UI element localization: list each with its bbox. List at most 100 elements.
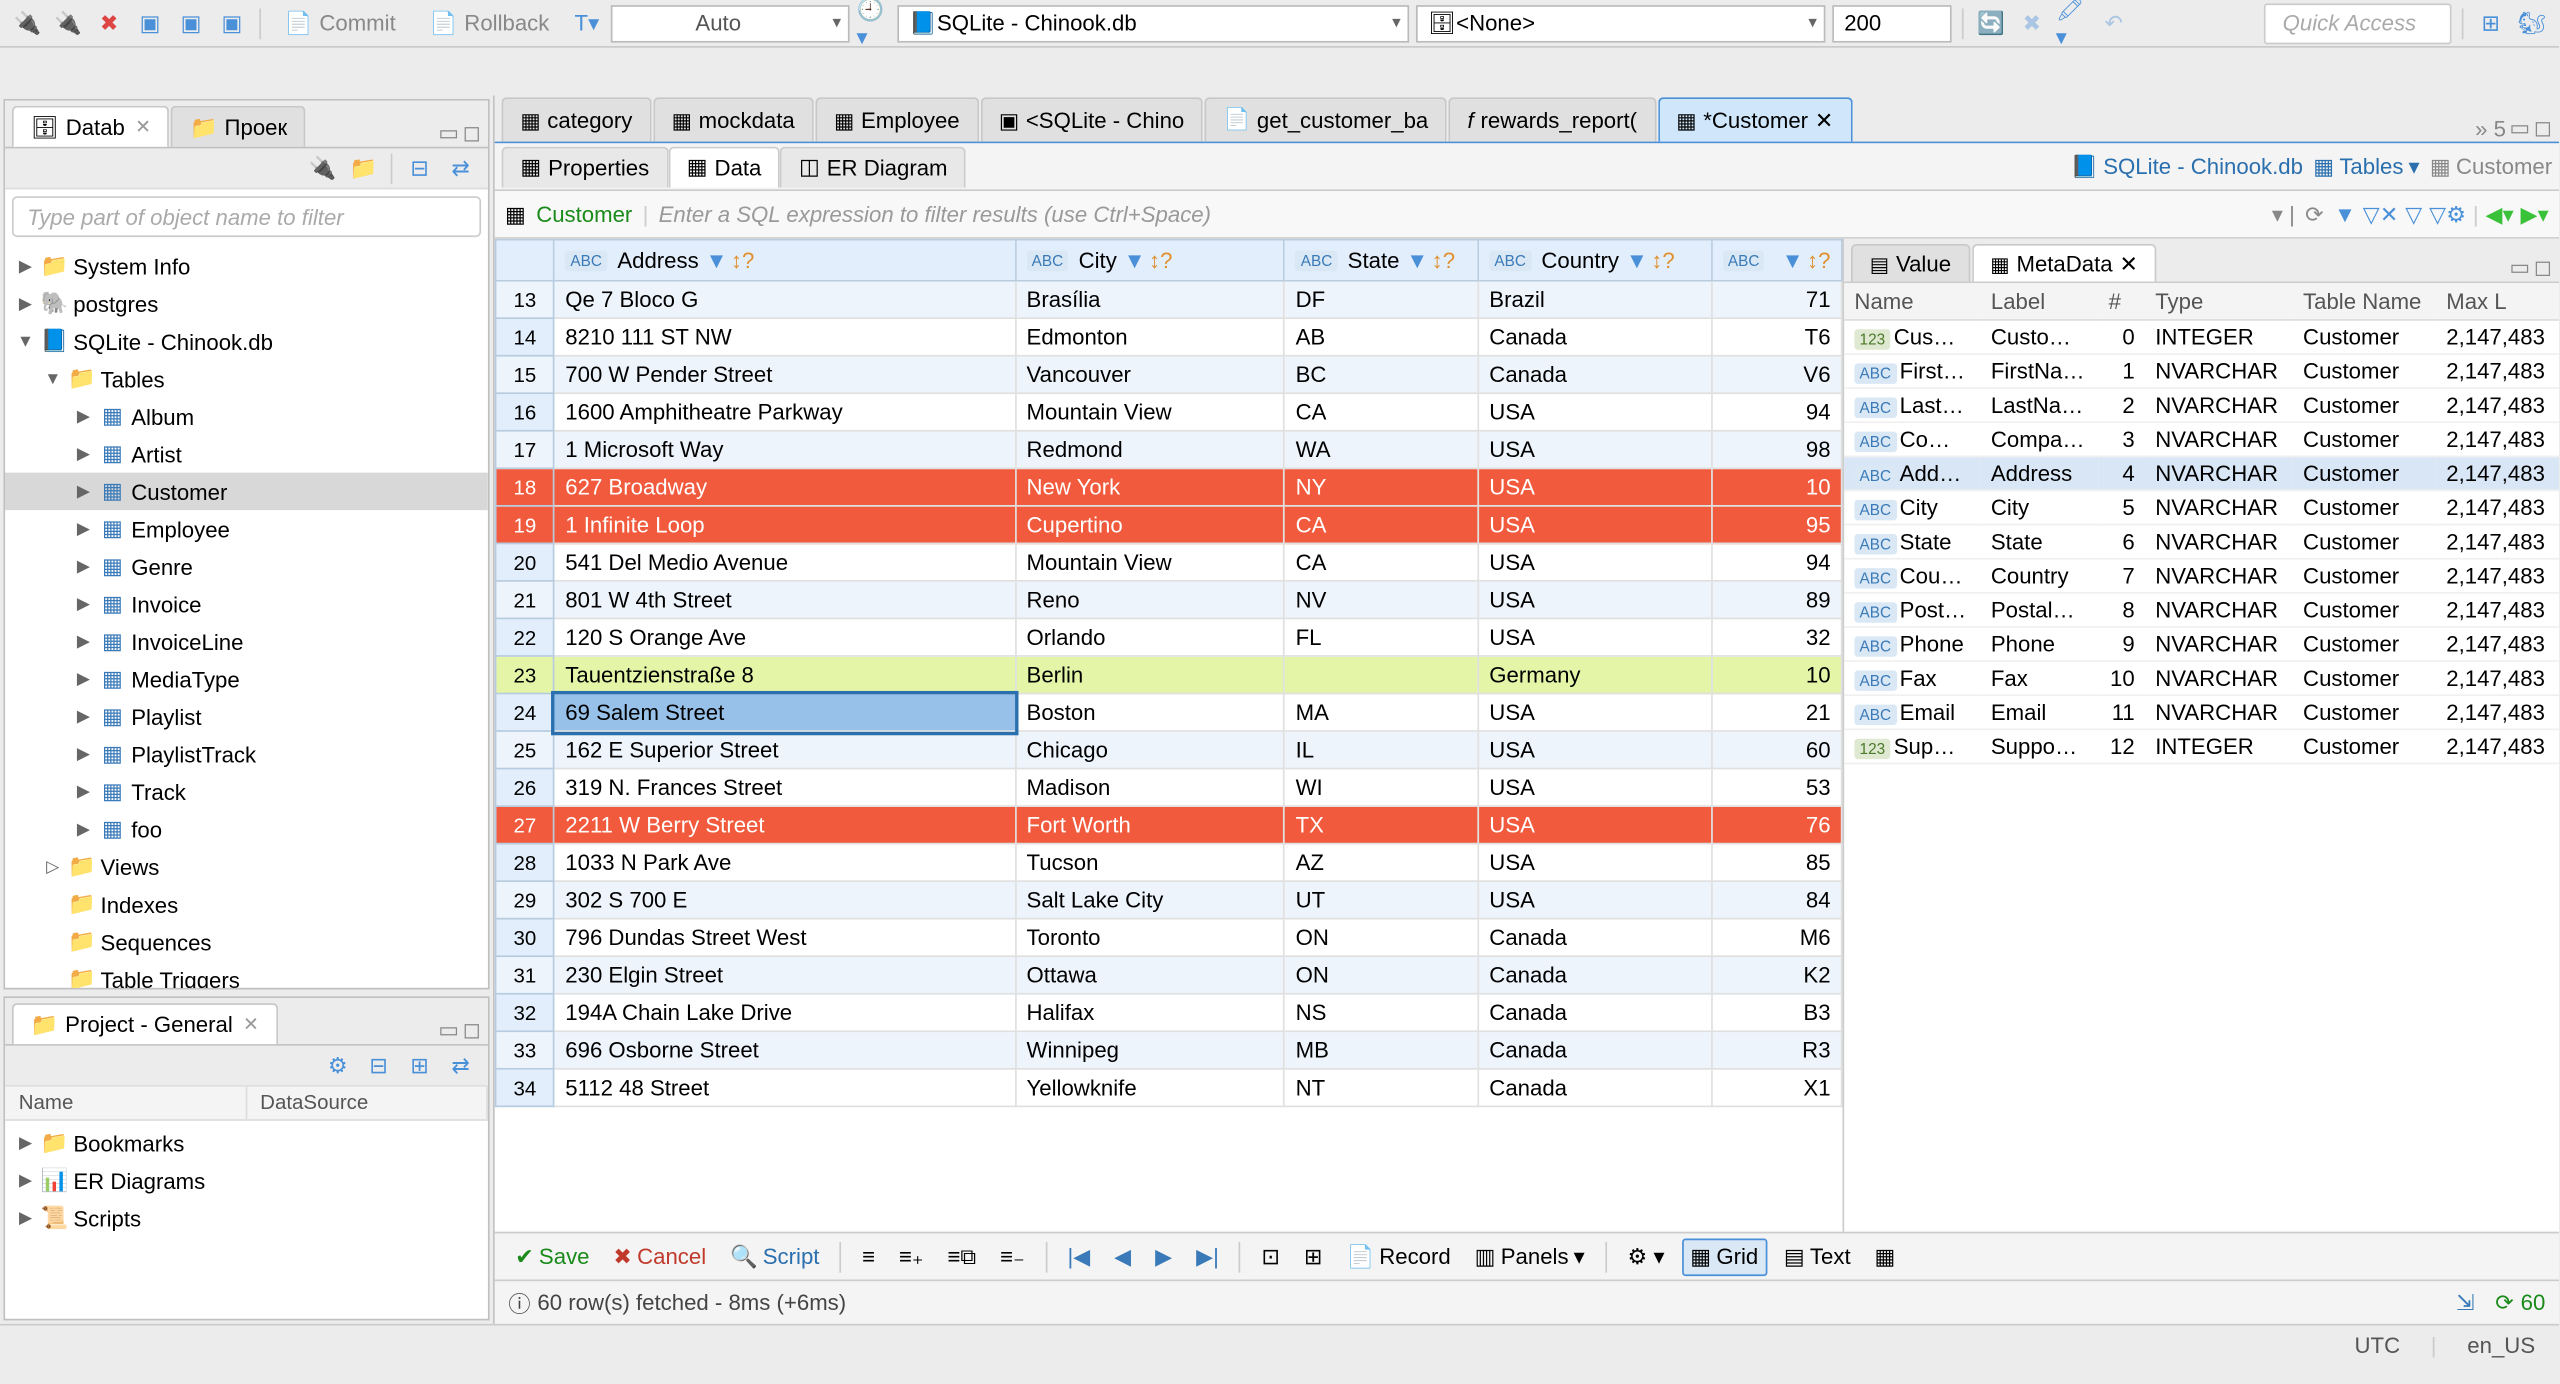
row-number[interactable]: 24	[496, 693, 555, 731]
row-number[interactable]: 20	[496, 543, 555, 581]
meta-row[interactable]: ABCCo…Compa…3NVARCHARCustomer2,147,483	[1844, 422, 2559, 456]
meta-row[interactable]: ABCAdd…Address4NVARCHARCustomer2,147,483	[1844, 456, 2559, 490]
row-number[interactable]: 18	[496, 468, 555, 506]
settings-icon[interactable]: ⚙ ▾	[1621, 1239, 1672, 1273]
cell[interactable]: NY	[1285, 468, 1479, 506]
meta-row[interactable]: ABCPhonePhone9NVARCHARCustomer2,147,483	[1844, 627, 2559, 661]
meta-row[interactable]: ABCCou…Country7NVARCHARCustomer2,147,483	[1844, 559, 2559, 593]
cell[interactable]: Winnipeg	[1015, 1031, 1284, 1069]
cell[interactable]: USA	[1478, 581, 1711, 619]
refresh-icon[interactable]: ⟳	[2305, 200, 2324, 227]
project-tree[interactable]: ▶📁Bookmarks ▶📊ER Diagrams ▶📜Scripts	[5, 1121, 488, 1319]
nav-fwd-icon[interactable]: ▶▾	[2521, 200, 2549, 227]
meta-row[interactable]: ABCFirst…FirstNa…1NVARCHARCustomer2,147,…	[1844, 354, 2559, 388]
new-connection-icon[interactable]: 🔌	[305, 151, 339, 185]
meta-col[interactable]: Max L	[2436, 283, 2559, 320]
sort-icon[interactable]: ↕?	[1807, 247, 1830, 273]
cell[interactable]: Canada	[1478, 356, 1711, 394]
collapse-icon[interactable]: ⊟	[403, 151, 437, 185]
minimize-icon[interactable]: ▭	[2509, 254, 2530, 281]
cell[interactable]: Madison	[1015, 769, 1284, 807]
table-row[interactable]: 18627 BroadwayNew YorkNYUSA10	[496, 468, 1842, 506]
cell[interactable]: 69 Salem Street	[554, 693, 1015, 731]
cell[interactable]: Yellowknife	[1015, 1069, 1284, 1107]
cell[interactable]: 10	[1712, 468, 1842, 506]
cell[interactable]: 700 W Pender Street	[554, 356, 1015, 394]
cell[interactable]: Mountain View	[1015, 543, 1284, 581]
collapse-icon[interactable]: ⊟	[362, 1048, 396, 1082]
cell[interactable]: 302 S 700 E	[554, 881, 1015, 919]
cell[interactable]: Vancouver	[1015, 356, 1284, 394]
subtab-data[interactable]: ▦ Data	[668, 146, 780, 187]
table-row[interactable]: 26319 N. Frances StreetMadisonWIUSA53	[496, 769, 1842, 807]
cell[interactable]: NV	[1285, 581, 1479, 619]
cell[interactable]: 76	[1712, 806, 1842, 844]
cell[interactable]: USA	[1478, 468, 1711, 506]
table-row[interactable]: 23Tauentzienstraße 8BerlinGermany10	[496, 656, 1842, 694]
row-number[interactable]: 19	[496, 506, 555, 544]
close-icon[interactable]: ✕	[243, 1013, 259, 1035]
table-row[interactable]: 2469 Salem StreetBostonMAUSA21	[496, 693, 1842, 731]
add-row-icon[interactable]: ≡₊	[892, 1239, 930, 1273]
row-number[interactable]: 22	[496, 618, 555, 656]
cell[interactable]: Orlando	[1015, 618, 1284, 656]
sql-editor-icon[interactable]: ▣	[133, 6, 167, 40]
cell[interactable]: Redmond	[1015, 431, 1284, 469]
cell[interactable]: USA	[1478, 806, 1711, 844]
connect-icon[interactable]: 🔌	[10, 6, 44, 40]
row-number[interactable]: 26	[496, 769, 555, 807]
object-filter-input[interactable]: Type part of object name to filter	[12, 196, 481, 237]
cell[interactable]: 71	[1712, 281, 1842, 319]
cell[interactable]: TX	[1285, 806, 1479, 844]
cell[interactable]: 162 E Superior Street	[554, 731, 1015, 769]
cell[interactable]: 85	[1712, 844, 1842, 882]
table-row[interactable]: 13Qe 7 Bloco GBrasíliaDFBrazil71	[496, 281, 1842, 319]
cell[interactable]: CA	[1285, 543, 1479, 581]
highlighter-icon[interactable]: 🖍▾	[2056, 6, 2090, 40]
tab-mockdata[interactable]: ▦ mockdata	[653, 97, 814, 141]
gear-icon[interactable]: ⚙	[321, 1048, 355, 1082]
tree-table-album[interactable]: ▶▦Album	[5, 397, 488, 435]
cell[interactable]: Chicago	[1015, 731, 1284, 769]
sql-console-icon[interactable]: ▣	[174, 6, 208, 40]
tab-rewards-report[interactable]: f rewards_report(	[1449, 97, 1656, 141]
cell[interactable]: 98	[1712, 431, 1842, 469]
cell[interactable]: Tauentzienstraße 8	[554, 656, 1015, 694]
cell[interactable]: USA	[1478, 731, 1711, 769]
del-row-icon[interactable]: ≡₋	[993, 1239, 1031, 1273]
cell[interactable]: B3	[1712, 994, 1842, 1032]
new-folder-icon[interactable]: 📁	[346, 151, 380, 185]
table-row[interactable]: 21801 W 4th StreetRenoNVUSA89	[496, 581, 1842, 619]
cell[interactable]: WA	[1285, 431, 1479, 469]
minimize-icon[interactable]: ▭	[2509, 114, 2530, 141]
col-country[interactable]: ABCCountry▼↕?	[1478, 240, 1711, 281]
cell[interactable]: NT	[1285, 1069, 1479, 1107]
meta-row[interactable]: 123Sup…Suppo…12INTEGERCustomer2,147,483	[1844, 729, 2559, 763]
cell[interactable]: 84	[1712, 881, 1842, 919]
link-icon[interactable]: ⇄	[444, 151, 478, 185]
cell[interactable]: Brazil	[1478, 281, 1711, 319]
cell[interactable]: USA	[1478, 393, 1711, 431]
tab-overflow[interactable]: » 5	[2475, 115, 2506, 141]
maximize-icon[interactable]: ◻	[463, 119, 481, 146]
cell[interactable]: K2	[1712, 956, 1842, 994]
cell[interactable]: USA	[1478, 543, 1711, 581]
nav-prev-icon[interactable]: ◀	[1107, 1239, 1138, 1273]
tab-customer[interactable]: ▦ *Customer ✕	[1658, 97, 1853, 141]
quick-access-input[interactable]: Quick Access	[2264, 3, 2452, 44]
tree-table-playlist[interactable]: ▶▦Playlist	[5, 698, 488, 736]
row-number[interactable]: 32	[496, 994, 555, 1032]
meta-row[interactable]: ABCPost…Postal…8NVARCHARCustomer2,147,48…	[1844, 593, 2559, 627]
col-state[interactable]: ABCState▼↕?	[1285, 240, 1479, 281]
row-number[interactable]: 23	[496, 656, 555, 694]
stop-icon[interactable]: ✖	[2015, 6, 2049, 40]
history-icon[interactable]: 🕘▾	[856, 6, 890, 40]
close-icon[interactable]: ✕	[1815, 107, 1834, 134]
script-button[interactable]: 🔍 Script	[723, 1239, 826, 1273]
maximize-icon[interactable]: ◻	[2534, 254, 2552, 281]
filter-icon[interactable]: ▼	[1124, 247, 1146, 273]
cell[interactable]: 1033 N Park Ave	[554, 844, 1015, 882]
cell[interactable]: UT	[1285, 881, 1479, 919]
cell[interactable]: Canada	[1478, 318, 1711, 356]
cell[interactable]: 8210 111 ST NW	[554, 318, 1015, 356]
